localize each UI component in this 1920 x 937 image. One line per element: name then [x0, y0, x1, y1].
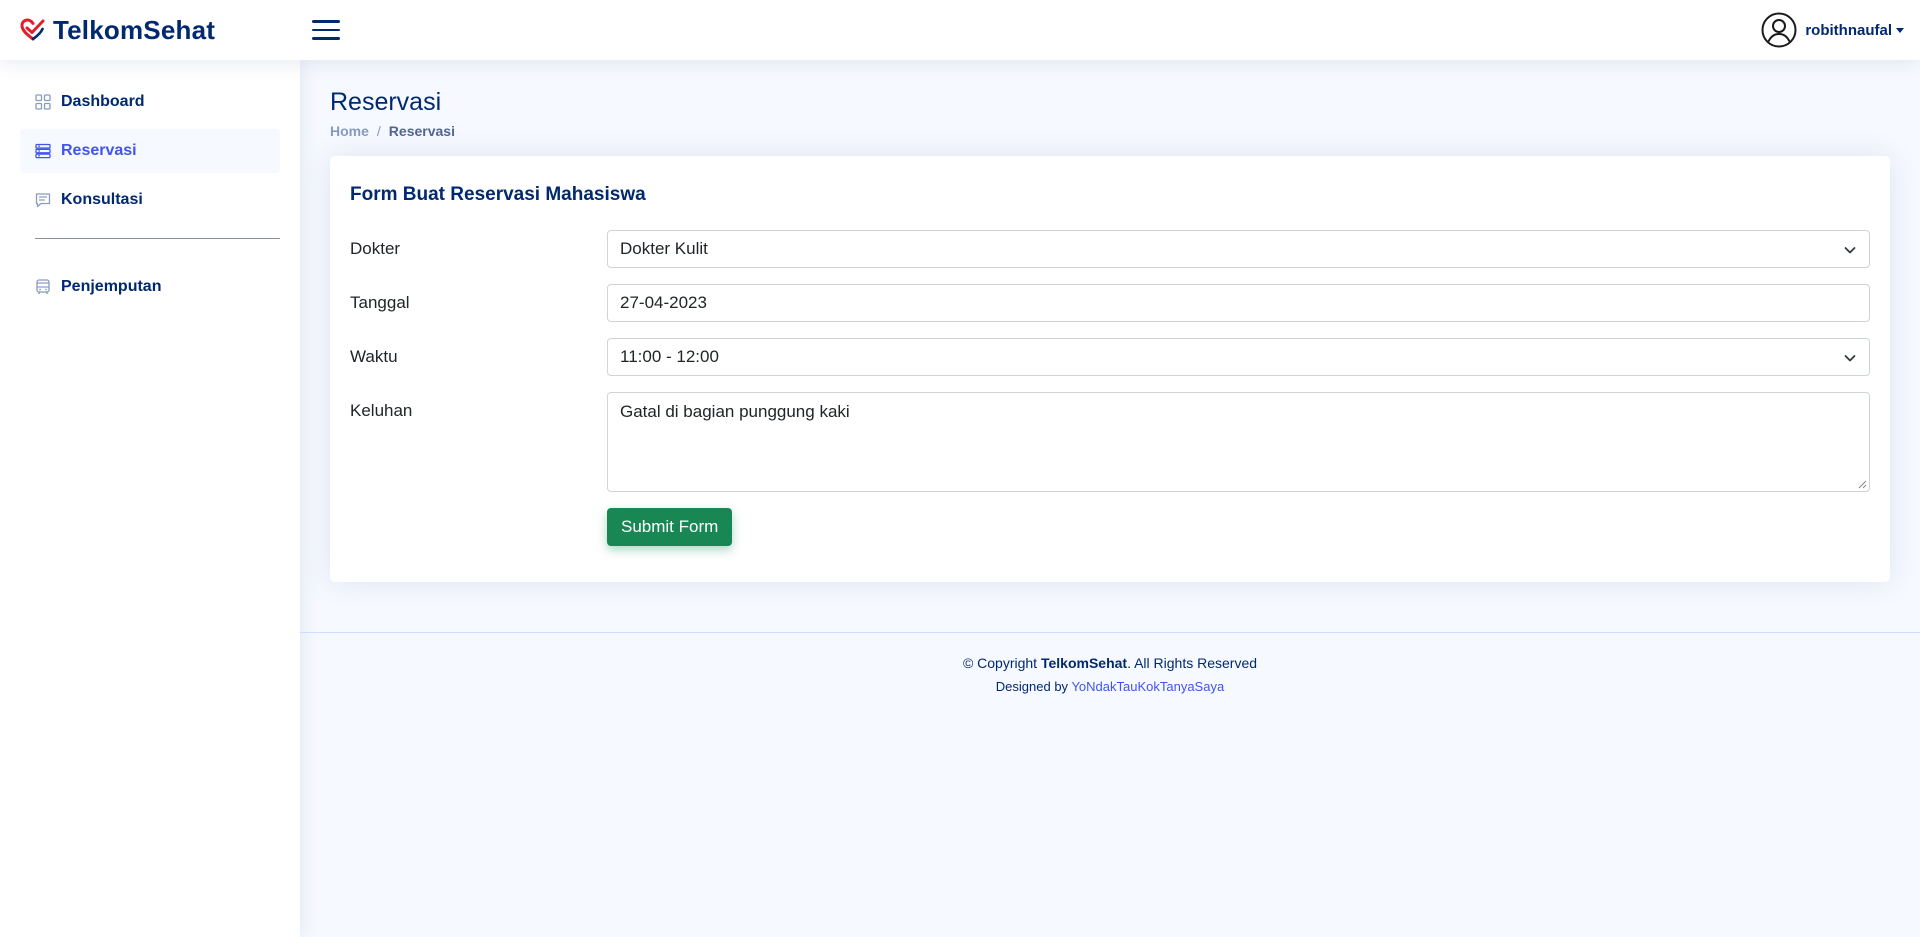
- brand-logo[interactable]: TelkomSehat: [20, 14, 215, 46]
- footer: © Copyright TelkomSehat. All Rights Rese…: [300, 632, 1920, 694]
- submit-form-button[interactable]: Submit Form: [607, 508, 733, 546]
- breadcrumb: Home / Reservasi: [330, 123, 455, 139]
- user-circle-icon: [1761, 12, 1797, 48]
- caret-down-icon: [1896, 27, 1904, 33]
- resize-handle-icon[interactable]: [1858, 480, 1867, 489]
- heart-check-icon: [20, 18, 45, 41]
- credits-prefix: Designed by: [995, 679, 1069, 694]
- chevron-down-icon: [1844, 355, 1856, 362]
- copyright-prefix: © Copyright: [962, 655, 1038, 671]
- sidebar-item-konsultasi[interactable]: Konsultasi: [20, 178, 280, 222]
- sidebar-item-label: Penjemputan: [61, 278, 162, 295]
- sidebar: Dashboard Reservasi Konsultasi Penjemput…: [0, 60, 300, 937]
- header: TelkomSehat robithnaufal: [0, 0, 1920, 60]
- page-title-block: Reservasi Home / Reservasi: [330, 88, 455, 139]
- sidebar-item-reservasi[interactable]: Reservasi: [20, 129, 280, 173]
- sidebar-item-label: Konsultasi: [61, 191, 143, 208]
- reservation-form-card: Form Buat Reservasi Mahasiswa Dokter Dok…: [330, 156, 1890, 582]
- brand-name: TelkomSehat: [53, 14, 216, 45]
- list-icon: [35, 143, 51, 159]
- chat-icon: [35, 193, 51, 208]
- tanggal-input[interactable]: 27-04-2023: [607, 284, 1870, 322]
- breadcrumb-current: Reservasi: [388, 123, 455, 139]
- waktu-label: Waktu: [350, 347, 398, 366]
- waktu-select-value: 11:00 - 12:00: [620, 347, 719, 366]
- dokter-select-value: Dokter Kulit: [620, 239, 708, 258]
- footer-copyright: © Copyright TelkomSehat. All Rights Rese…: [300, 655, 1920, 671]
- footer-credits: Designed by YoNdakTauKokTanyaSaya: [300, 679, 1920, 694]
- sidebar-item-dashboard[interactable]: Dashboard: [20, 80, 280, 124]
- designer-link[interactable]: YoNdakTauKokTanyaSaya: [1071, 679, 1224, 694]
- chevron-down-icon: [1844, 247, 1856, 254]
- bus-icon: [36, 279, 50, 294]
- sidebar-divider: [35, 238, 280, 239]
- keluhan-label: Keluhan: [350, 401, 413, 420]
- keluhan-textarea-value: Gatal di bagian punggung kaki: [620, 402, 850, 421]
- profile-dropdown[interactable]: robithnaufal: [1761, 12, 1904, 48]
- page-title: Reservasi: [330, 88, 442, 116]
- copyright-suffix: . All Rights Reserved: [1127, 655, 1258, 671]
- sidebar-item-label: Dashboard: [61, 93, 145, 110]
- dokter-label: Dokter: [350, 239, 401, 258]
- main-content: Reservasi Home / Reservasi Form Buat Res…: [300, 60, 1920, 937]
- dokter-select[interactable]: Dokter Kulit: [607, 230, 1870, 268]
- sidebar-toggle-button[interactable]: [312, 16, 340, 44]
- sidebar-item-label: Reservasi: [61, 142, 137, 159]
- copyright-brand: TelkomSehat: [1040, 655, 1128, 671]
- waktu-select[interactable]: 11:00 - 12:00: [607, 338, 1870, 376]
- breadcrumb-separator: /: [376, 123, 381, 139]
- tanggal-input-value: 27-04-2023: [620, 293, 707, 312]
- menu-icon: [312, 20, 340, 23]
- profile-username: robithnaufal: [1805, 21, 1892, 39]
- sidebar-item-penjemputan[interactable]: Penjemputan: [20, 265, 280, 309]
- grid-icon: [35, 94, 51, 110]
- breadcrumb-home-link[interactable]: Home: [330, 123, 369, 139]
- keluhan-textarea[interactable]: Gatal di bagian punggung kaki: [607, 392, 1870, 492]
- tanggal-label: Tanggal: [350, 293, 410, 312]
- form-title: Form Buat Reservasi Mahasiswa: [350, 184, 646, 205]
